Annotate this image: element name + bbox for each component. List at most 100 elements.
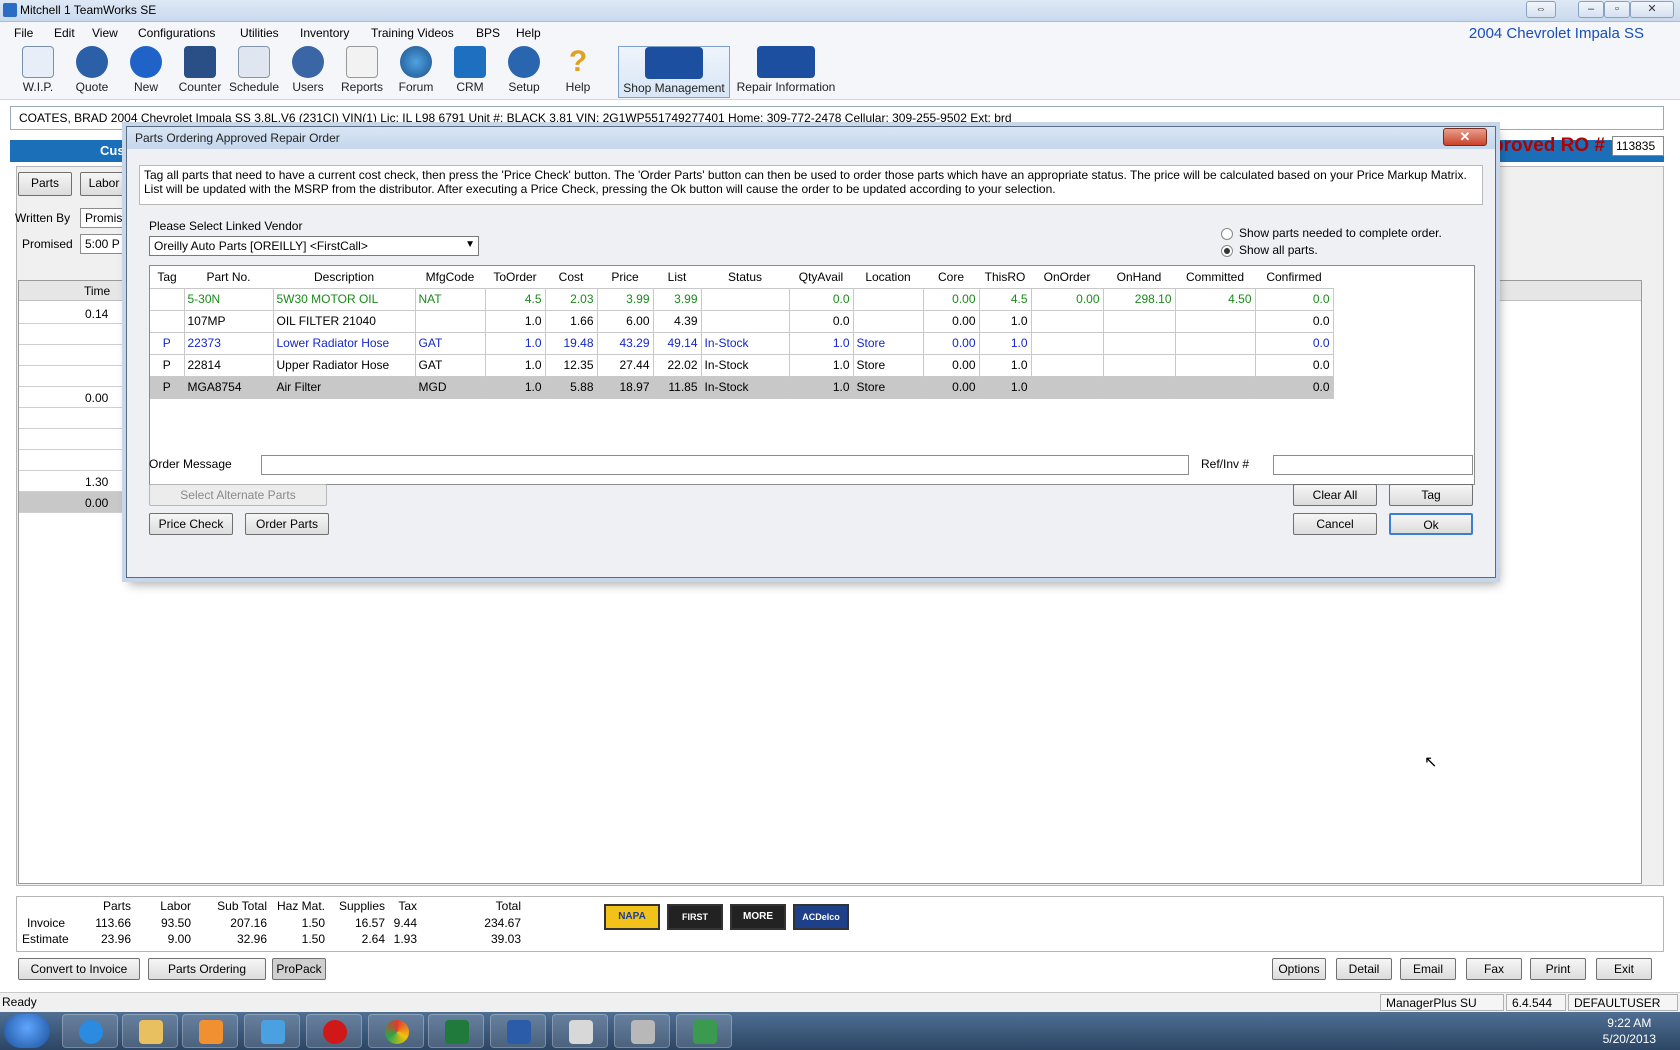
exit-button[interactable]: Exit xyxy=(1596,958,1652,980)
minimize-button[interactable]: – xyxy=(1578,1,1604,18)
col-header[interactable]: QtyAvail xyxy=(789,266,853,289)
menu-training-videos[interactable]: Training Videos xyxy=(371,26,454,40)
tool-schedule[interactable]: Schedule xyxy=(228,46,280,98)
more-logo[interactable]: MORE xyxy=(730,904,786,930)
taskbar-opera[interactable] xyxy=(306,1014,362,1048)
tool-repair-information[interactable]: Repair Information xyxy=(734,46,838,98)
status-user: DEFAULTUSER xyxy=(1568,994,1678,1011)
email-button[interactable]: Email xyxy=(1400,958,1456,980)
col-header[interactable]: Description xyxy=(273,266,415,289)
convert-to-invoice-button[interactable]: Convert to Invoice xyxy=(18,958,140,980)
tool-shop-management[interactable]: Shop Management xyxy=(618,46,730,98)
excel-icon xyxy=(445,1020,469,1044)
col-header[interactable]: Confirmed xyxy=(1255,266,1333,289)
napa-logo[interactable]: NAPA xyxy=(604,904,660,930)
radio-show-needed[interactable] xyxy=(1221,228,1233,240)
parts-row[interactable]: P MGA8754 Air Filter MGD 1.0 5.88 18.97 11.85 In… xyxy=(150,376,1334,399)
tool-reports[interactable]: Reports xyxy=(336,46,388,98)
tool-crm[interactable]: CRM xyxy=(444,46,496,98)
parts-row[interactable]: 107MP OIL FILTER 21040 1.0 1.66 6.00 4.39 0.0 0… xyxy=(150,310,1334,333)
tool-setup[interactable]: Setup xyxy=(498,46,550,98)
estimate-subtotal: 32.96 xyxy=(236,932,267,946)
restore-small-icon[interactable]: ⇔ xyxy=(1526,1,1556,18)
menu-help[interactable]: Help xyxy=(516,26,541,40)
col-header[interactable]: Part No. xyxy=(184,266,273,289)
tag-button[interactable]: Tag xyxy=(1389,484,1473,506)
taskbar-media[interactable] xyxy=(182,1014,238,1048)
gear-icon xyxy=(508,46,540,78)
menu-view[interactable]: View xyxy=(92,26,118,40)
taskbar-tool[interactable] xyxy=(244,1014,300,1048)
col-header[interactable]: Cost xyxy=(545,266,597,289)
col-header[interactable]: Committed xyxy=(1175,266,1255,289)
detail-button[interactable]: Detail xyxy=(1336,958,1392,980)
promised-field[interactable]: 5:00 P xyxy=(80,234,126,254)
taskbar-explorer[interactable] xyxy=(122,1014,178,1048)
vendor-label: Please Select Linked Vendor xyxy=(149,219,303,233)
col-header[interactable]: OnOrder xyxy=(1031,266,1103,289)
radio-show-all[interactable] xyxy=(1221,245,1233,257)
menu-utilities[interactable]: Utilities xyxy=(240,26,279,40)
close-button[interactable]: ✕ xyxy=(1630,1,1674,18)
menu-bps[interactable]: BPS xyxy=(476,26,500,40)
parts-row[interactable]: 5-30N 5W30 MOTOR OIL NAT 4.5 2.03 3.99 3.99 0.0… xyxy=(150,288,1334,311)
tool-forum[interactable]: Forum xyxy=(390,46,442,98)
dialog-close-button[interactable]: ✕ xyxy=(1443,128,1487,146)
taskbar-app[interactable] xyxy=(676,1014,732,1048)
col-header[interactable]: Core xyxy=(923,266,979,289)
maximize-button[interactable]: ▫ xyxy=(1604,1,1630,18)
taskbar-ie[interactable] xyxy=(62,1014,118,1048)
col-header[interactable]: Price xyxy=(597,266,653,289)
col-header[interactable]: MfgCode xyxy=(415,266,485,289)
system-clock[interactable]: 9:22 AM 5/20/2013 xyxy=(1603,1015,1656,1047)
parts-row[interactable]: P 22373 Lower Radiator Hose GAT 1.0 19.48 43.2… xyxy=(150,332,1334,355)
taskbar-word[interactable] xyxy=(490,1014,546,1048)
labor-tab[interactable]: Labor xyxy=(80,172,128,196)
tool-help[interactable]: ? Help xyxy=(552,46,604,98)
clear-all-button[interactable]: Clear All xyxy=(1293,484,1377,506)
col-header[interactable]: ThisRO xyxy=(979,266,1031,289)
tool-wip[interactable]: W.I.P. xyxy=(12,46,64,98)
grid-row xyxy=(19,450,129,471)
print-button[interactable]: Print xyxy=(1530,958,1586,980)
vendor-select[interactable]: Oreilly Auto Parts [OREILLY] <FirstCall>… xyxy=(149,236,479,256)
order-message-input[interactable] xyxy=(261,455,1189,475)
start-button[interactable] xyxy=(4,1014,50,1048)
menu-configurations[interactable]: Configurations xyxy=(138,26,215,40)
parts-row[interactable]: P 22814 Upper Radiator Hose GAT 1.0 12.35 27.4… xyxy=(150,354,1334,377)
taskbar-mitchell[interactable] xyxy=(552,1014,608,1048)
written-by-field[interactable]: Promis xyxy=(80,208,126,228)
tool-counter[interactable]: Counter xyxy=(174,46,226,98)
menu-file[interactable]: File xyxy=(14,26,33,40)
col-header[interactable]: List xyxy=(653,266,701,289)
col-header[interactable]: Status xyxy=(701,266,789,289)
ok-button[interactable]: Ok xyxy=(1389,513,1473,535)
first-call-logo[interactable]: FIRST CALL xyxy=(667,904,723,944)
options-button[interactable]: Options xyxy=(1272,958,1326,980)
tool-users[interactable]: Users xyxy=(282,46,334,98)
col-header[interactable]: ToOrder xyxy=(485,266,545,289)
menu-edit[interactable]: Edit xyxy=(54,26,75,40)
parts-tab[interactable]: Parts xyxy=(18,172,72,196)
taskbar-excel[interactable] xyxy=(428,1014,484,1048)
tool-new[interactable]: New xyxy=(120,46,172,98)
parts-ordering-button[interactable]: Parts Ordering xyxy=(148,958,266,980)
propack-button[interactable]: ProPack xyxy=(272,958,326,980)
taskbar-terminal[interactable] xyxy=(614,1014,670,1048)
acdelco-logo[interactable]: ACDelco xyxy=(793,904,849,930)
col-header[interactable]: Location xyxy=(853,266,923,289)
taskbar-chrome[interactable] xyxy=(368,1014,424,1048)
select-alternate-parts-button[interactable]: Select Alternate Parts xyxy=(149,484,327,506)
cancel-button[interactable]: Cancel xyxy=(1293,513,1377,535)
parts-table: Tag Part No. Description MfgCode ToOrder Cost… xyxy=(150,266,1334,399)
order-parts-button[interactable]: Order Parts xyxy=(245,513,329,535)
col-header[interactable]: OnHand xyxy=(1103,266,1175,289)
col-header[interactable]: Tag xyxy=(150,266,184,289)
fax-button[interactable]: Fax xyxy=(1466,958,1522,980)
menu-inventory[interactable]: Inventory xyxy=(300,26,349,40)
parts-cell: 22373 xyxy=(184,332,274,355)
tool-quote[interactable]: Quote xyxy=(66,46,118,98)
price-check-button[interactable]: Price Check xyxy=(149,513,233,535)
parts-cell: 107MP xyxy=(184,310,274,333)
ref-inv-input[interactable] xyxy=(1273,455,1473,475)
